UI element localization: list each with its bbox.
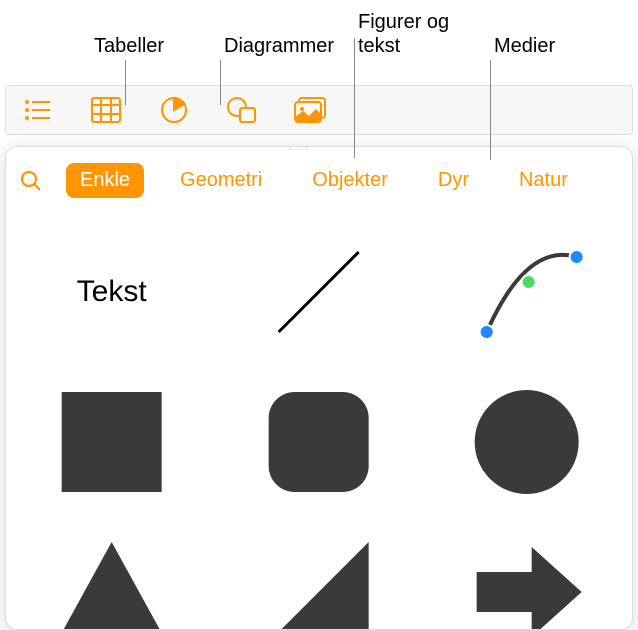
charts-button[interactable] bbox=[158, 94, 190, 126]
square-icon bbox=[28, 382, 195, 502]
callout-layer: Tabeller Diagrammer Figurer og tekst Med… bbox=[0, 0, 638, 85]
media-button[interactable] bbox=[294, 94, 326, 126]
callout-tables: Tabeller bbox=[94, 34, 174, 58]
arrow-icon bbox=[443, 532, 610, 630]
category-tab-dyr[interactable]: Dyr bbox=[424, 163, 483, 198]
callout-charts: Diagrammer bbox=[224, 34, 304, 58]
shape-grid: Tekst bbox=[18, 212, 620, 630]
shapes-popover: Enkle Geometri Objekter Dyr Natur Tekst bbox=[5, 146, 633, 630]
curve-icon bbox=[443, 232, 610, 352]
search-icon bbox=[20, 170, 42, 192]
popover-arrow bbox=[288, 146, 308, 147]
shapes-icon bbox=[227, 96, 257, 124]
shape-circle[interactable] bbox=[443, 382, 610, 502]
shape-text-label: Tekst bbox=[77, 275, 147, 309]
shape-text[interactable]: Tekst bbox=[28, 232, 195, 352]
shape-arrow[interactable] bbox=[443, 532, 610, 630]
callout-shapes-line bbox=[354, 38, 355, 158]
shape-rounded-square[interactable] bbox=[235, 382, 402, 502]
callout-media: Medier bbox=[494, 34, 555, 58]
category-tabs: Enkle Geometri Objekter Dyr Natur bbox=[18, 159, 620, 212]
circle-icon bbox=[443, 382, 610, 502]
category-tab-natur[interactable]: Natur bbox=[505, 163, 582, 198]
table-icon bbox=[91, 97, 121, 123]
tables-button[interactable] bbox=[90, 94, 122, 126]
category-tab-enkle[interactable]: Enkle bbox=[66, 163, 144, 198]
list-icon bbox=[24, 99, 52, 121]
rounded-square-icon bbox=[235, 382, 402, 502]
callout-tables-line bbox=[125, 60, 126, 105]
search-button[interactable] bbox=[18, 168, 44, 194]
shape-square[interactable] bbox=[28, 382, 195, 502]
shape-triangle[interactable] bbox=[28, 532, 195, 630]
shape-right-triangle[interactable] bbox=[235, 532, 402, 630]
category-tab-geometri[interactable]: Geometri bbox=[166, 163, 276, 198]
shapes-button[interactable] bbox=[226, 94, 258, 126]
triangle-icon bbox=[28, 532, 195, 630]
callout-media-line bbox=[490, 60, 491, 160]
image-icon bbox=[294, 97, 326, 123]
callout-shapes-text: Figurer og tekst bbox=[358, 10, 478, 58]
list-button[interactable] bbox=[22, 94, 54, 126]
callout-charts-line bbox=[220, 60, 221, 105]
right-triangle-icon bbox=[235, 532, 402, 630]
line-icon bbox=[235, 232, 402, 352]
toolbar bbox=[5, 85, 633, 135]
shape-curve[interactable] bbox=[443, 232, 610, 352]
category-tab-objekter[interactable]: Objekter bbox=[298, 163, 402, 198]
pie-chart-icon bbox=[160, 96, 188, 124]
shape-line[interactable] bbox=[235, 232, 402, 352]
